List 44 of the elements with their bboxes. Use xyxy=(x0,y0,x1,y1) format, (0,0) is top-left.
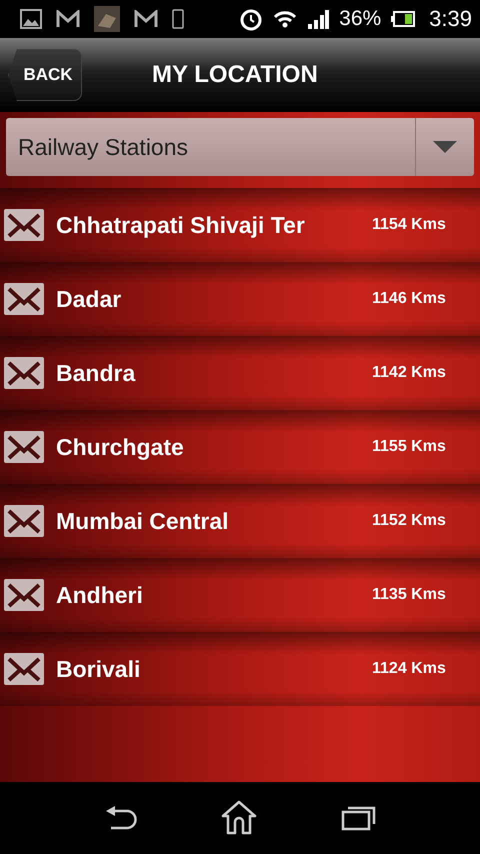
station-distance: 1124 Kms xyxy=(372,660,447,678)
clock-time: 3:39 xyxy=(429,6,472,32)
envelope-icon xyxy=(4,431,44,463)
mail-icon xyxy=(134,10,158,28)
station-distance: 1135 Kms xyxy=(372,586,447,604)
station-name: Chhatrapati Shivaji Ter xyxy=(56,212,306,238)
station-name: Bandra xyxy=(56,360,136,386)
envelope-icon xyxy=(4,653,44,685)
back-button[interactable]: BACK xyxy=(8,49,82,101)
alarm-icon xyxy=(239,7,264,31)
app-icon xyxy=(94,6,120,32)
envelope-icon xyxy=(4,505,44,537)
dropdown-arrow-icon xyxy=(433,141,457,153)
station-row[interactable]: Chhatrapati Shivaji Ter 1154 Kms xyxy=(0,188,480,262)
station-distance: 1152 Kms xyxy=(372,512,447,530)
picture-icon xyxy=(20,9,42,29)
recent-apps-icon[interactable] xyxy=(341,805,377,831)
station-row[interactable]: Dadar 1146 Kms xyxy=(0,262,480,336)
station-distance: 1146 Kms xyxy=(372,290,447,308)
mail-icon xyxy=(56,10,80,28)
station-distance: 1142 Kms xyxy=(372,364,447,382)
station-name: Andheri xyxy=(56,582,144,608)
station-name: Churchgate xyxy=(56,434,185,460)
category-dropdown[interactable]: Railway Stations xyxy=(6,118,474,176)
battery-icon xyxy=(391,11,416,27)
station-row[interactable]: Bandra 1142 Kms xyxy=(0,336,480,410)
envelope-icon xyxy=(4,579,44,611)
station-row[interactable]: Andheri 1135 Kms xyxy=(0,558,480,632)
envelope-icon xyxy=(4,357,44,389)
station-row[interactable]: Borivali 1124 Kms xyxy=(0,632,480,706)
envelope-icon xyxy=(4,209,44,241)
station-row[interactable]: Churchgate 1155 Kms xyxy=(0,410,480,484)
station-distance: 1155 Kms xyxy=(372,438,447,456)
signal-icon xyxy=(307,9,330,29)
station-name: Mumbai Central xyxy=(56,508,230,534)
battery-percent: 36% xyxy=(339,7,382,31)
station-name: Borivali xyxy=(56,656,142,682)
station-distance: 1154 Kms xyxy=(372,216,447,234)
envelope-icon xyxy=(4,283,44,315)
station-name: Dadar xyxy=(56,286,122,312)
phone-icon xyxy=(172,9,184,29)
screen-title: MY LOCATION xyxy=(152,61,318,89)
home-icon[interactable] xyxy=(221,800,257,836)
station-row[interactable]: Mumbai Central 1152 Kms xyxy=(0,484,480,558)
